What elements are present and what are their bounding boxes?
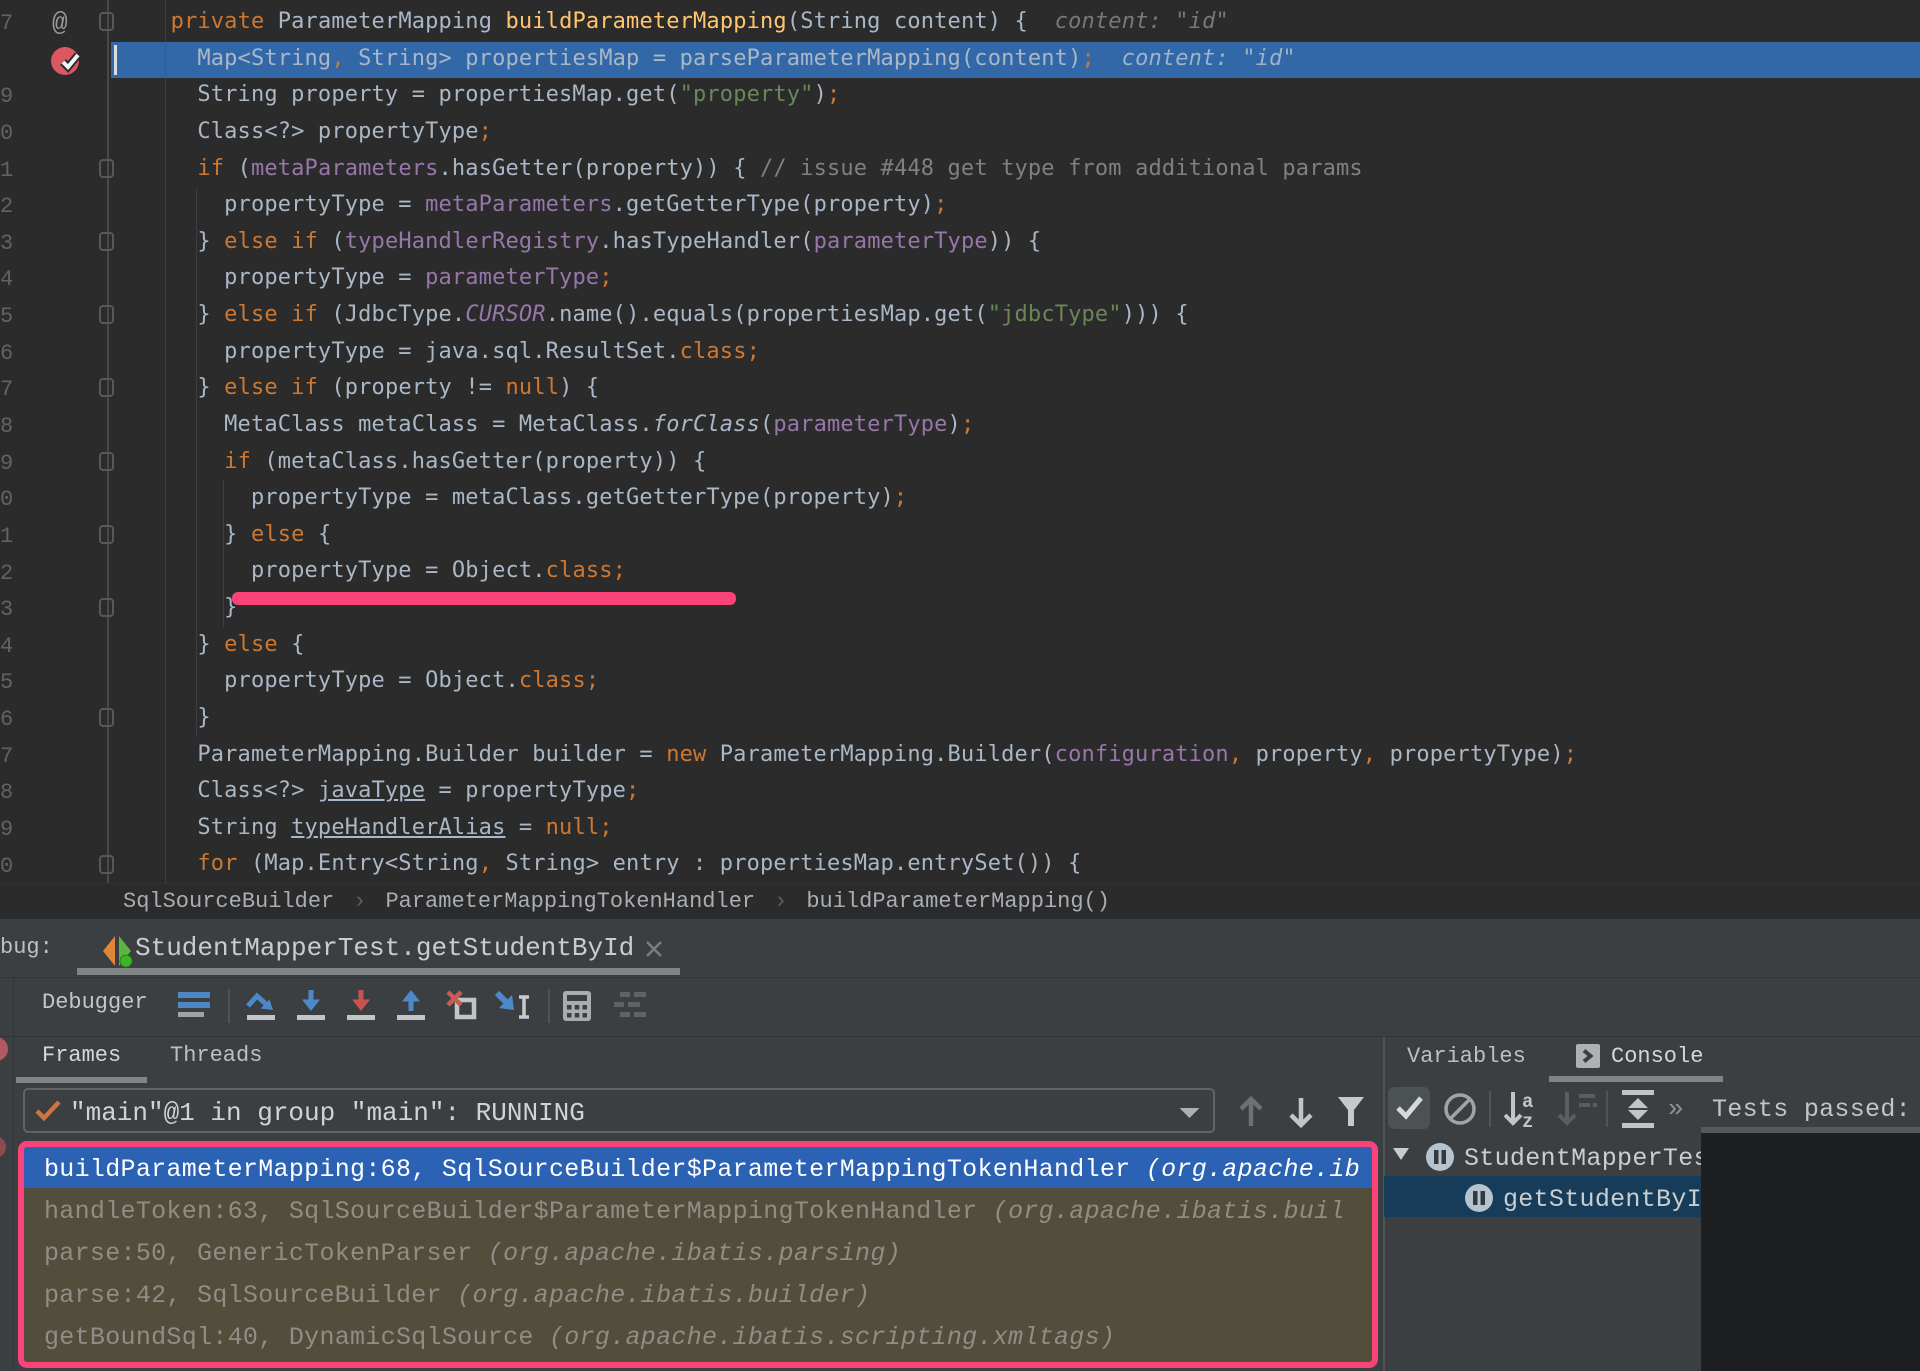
svg-text:a: a <box>1522 1091 1533 1113</box>
svg-text:z: z <box>1522 1111 1533 1128</box>
